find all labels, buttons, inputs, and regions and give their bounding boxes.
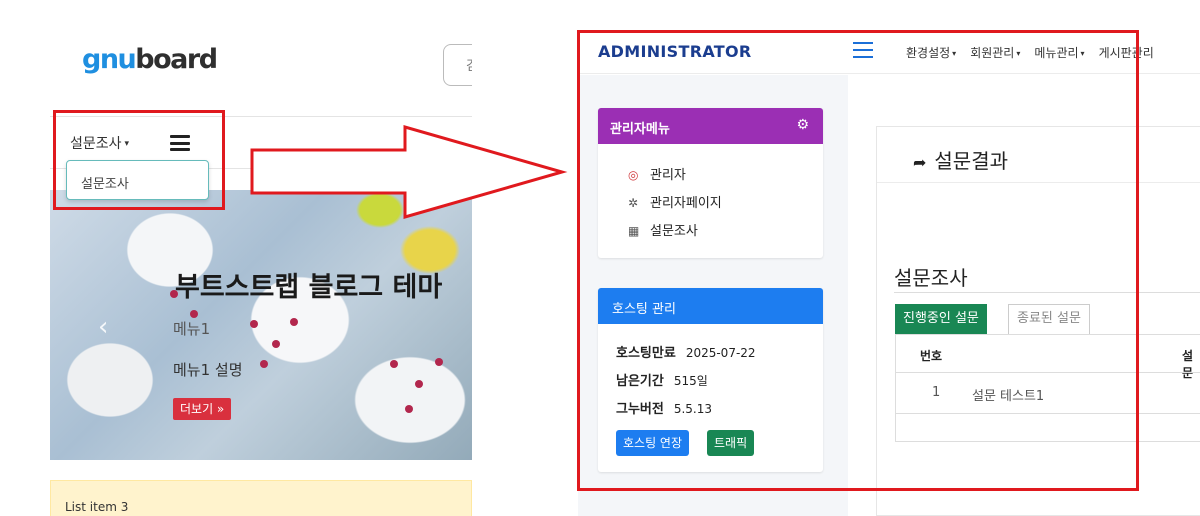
logo-accent: gnu <box>82 44 137 75</box>
site-logo[interactable]: gnuboard <box>82 44 218 75</box>
hero-carousel <box>50 190 472 460</box>
search-placeholder: 검 <box>466 59 472 74</box>
more-button[interactable]: 더보기 » <box>173 398 232 420</box>
column-header-survey: 설문 <box>1182 349 1194 380</box>
hero-title: 부트스트랩 블로그 테마 <box>175 272 443 303</box>
search-input[interactable]: 검 <box>443 44 472 86</box>
carousel-prev-icon[interactable]: ‹ <box>98 312 108 342</box>
gnuboard-site-preview: gnuboard 검 설문조사 ▾ 설문조사 ‹ 부트스트랩 블로그 테마 메뉴1… <box>0 0 472 516</box>
highlight-box-admin <box>577 30 1139 491</box>
hero-description: 메뉴1 설명 <box>173 361 243 379</box>
highlight-box-nav <box>53 110 225 210</box>
list-item-label: List item 3 <box>65 500 129 514</box>
list-item: List item 3 <box>50 480 472 516</box>
logo-text: board <box>135 44 218 75</box>
hero-menu-label: 메뉴1 <box>173 320 211 338</box>
